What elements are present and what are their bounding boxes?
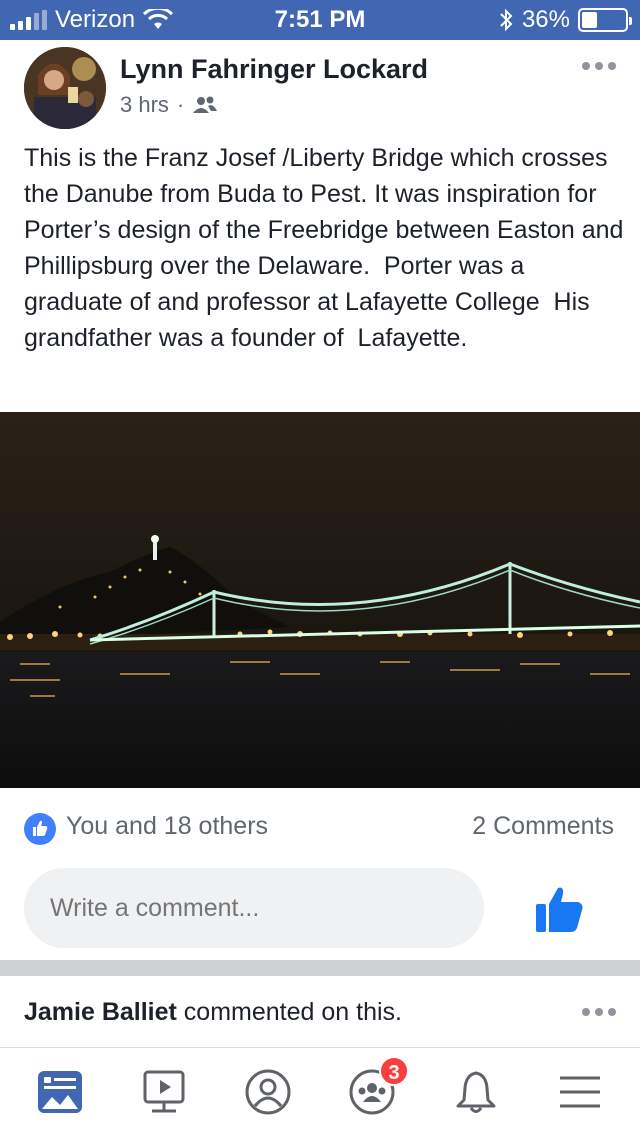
story-attribution: Jamie Balliet commented on this. [24,998,402,1027]
comment-input[interactable] [24,868,484,948]
post-meta: 3 hrs · [120,92,218,118]
battery-percent: 36% [521,6,570,33]
friends-icon [193,96,218,113]
author-name[interactable]: Lynn Fahringer Lockard [120,54,428,85]
status-bar: Verizon 7:51 PM 36% [0,0,640,40]
avatar[interactable] [24,47,106,129]
tab-bar: 3 [0,1048,640,1136]
timestamp[interactable]: 3 hrs [120,92,169,118]
comments-count[interactable]: 2 Comments [472,812,614,841]
meta-separator: · [176,92,185,117]
like-icon [24,813,56,845]
tab-menu[interactable] [532,1048,628,1136]
bluetooth-icon [500,8,513,32]
groups-badge: 3 [379,1056,409,1086]
tab-watch[interactable] [116,1048,212,1136]
reactions-summary[interactable]: You and 18 others [66,812,268,841]
commenter-name[interactable]: Jamie Balliet [24,998,177,1026]
story-options-icon[interactable] [582,1008,616,1016]
comment-bar [0,856,640,960]
tab-news-feed[interactable] [12,1048,108,1136]
post-options-icon[interactable] [582,62,616,70]
watch-icon [143,1070,185,1113]
thumbs-up-icon[interactable] [534,884,584,934]
news-feed-icon [38,1071,82,1113]
post-text: This is the Franz Josef /Liberty Bridge … [24,144,631,352]
next-story-header: Jamie Balliet commented on this. [0,976,640,1048]
post-header: Lynn Fahringer Lockard 3 hrs · [0,40,640,136]
post-photo[interactable] [0,412,640,788]
profile-icon [245,1069,291,1115]
tab-groups[interactable]: 3 [324,1048,420,1136]
story-action: commented on this. [176,998,402,1026]
tab-notifications[interactable] [428,1048,524,1136]
battery-icon [578,8,632,32]
menu-icon [560,1076,600,1108]
tab-profile[interactable] [220,1048,316,1136]
feed-separator [0,960,640,976]
notifications-icon [456,1071,496,1113]
reactions-row: You and 18 others 2 Comments [0,800,640,856]
